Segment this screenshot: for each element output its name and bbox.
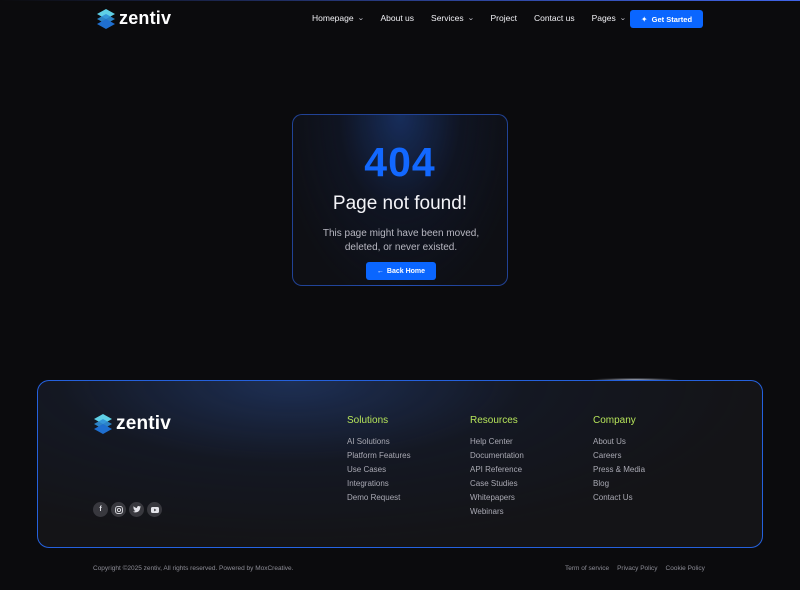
nav-item-label: Pages [591,13,616,23]
footer-link[interactable]: Whitepapers [470,491,524,505]
footer-link[interactable]: Help Center [470,435,524,449]
error-code: 404 [364,139,436,185]
nav-item-label: Homepage [312,13,354,23]
get-started-label: Get Started [651,14,693,24]
chevron-down-icon: ⌄ [619,15,627,22]
footer-link[interactable]: Use Cases [347,463,411,477]
error-card: 404 Page not found! This page might have… [292,114,508,286]
sparkle-icon: ✦ [640,14,648,24]
nav-item-label: About us [380,13,415,23]
column-title: Company [593,415,636,426]
footer-link[interactable]: About Us [593,435,645,449]
nav-item-label: Contact us [533,13,575,23]
instagram-icon[interactable] [111,502,126,517]
footer-brand-name: zentiv [116,413,172,434]
get-started-button[interactable]: ✦ Get Started [630,10,703,28]
footer-link[interactable]: Documentation [470,449,524,463]
nav-item-label: Services [431,13,464,23]
nav-item-pages[interactable]: Pages ⌄ [591,13,627,23]
copyright-text: Copyright ©2025 zentiv, All rights reser… [93,565,294,572]
back-home-button[interactable]: ← Back Home [366,262,436,280]
back-home-label: Back Home [386,267,426,275]
twitter-icon[interactable] [129,502,144,517]
error-title: Page not found! [332,193,468,214]
footer-link[interactable]: AI Solutions [347,435,411,449]
footer-link[interactable]: Press & Media [593,463,645,477]
navbar: zentiv Homepage ⌄ About us Services ⌄ Pr… [0,0,800,38]
terms-link[interactable]: Term of service [565,565,609,572]
footer-link[interactable]: Demo Request [347,491,411,505]
chevron-down-icon: ⌄ [467,15,475,22]
footer-link[interactable]: Platform Features [347,449,411,463]
youtube-icon[interactable] [147,502,162,517]
column-title: Solutions [347,415,389,426]
footer-column-resources: Resources Help Center Documentation API … [470,415,524,519]
footer-link[interactable]: API Reference [470,463,524,477]
privacy-link[interactable]: Privacy Policy [617,565,657,572]
footer: zentiv f Solutions AI Solutions Platform… [37,380,763,548]
social-links: f [93,502,162,517]
footer-link[interactable]: Webinars [470,505,524,519]
legal-links: Term of service Privacy Policy Cookie Po… [565,565,705,572]
nav-item-label: Project [490,13,517,23]
facebook-icon[interactable]: f [93,502,108,517]
footer-link[interactable]: Blog [593,477,645,491]
nav-item-project[interactable]: Project [491,13,517,23]
footer-link[interactable]: Contact Us [593,491,645,505]
footer-link[interactable]: Integrations [347,477,411,491]
brand-name: zentiv [119,8,172,28]
logo-icon [97,8,115,29]
nav-item-contact[interactable]: Contact us [534,13,575,23]
logo-icon [94,414,112,434]
column-title: Resources [470,415,518,426]
arrow-left-icon: ← [376,267,384,275]
footer-link[interactable]: Careers [593,449,645,463]
cookie-link[interactable]: Cookie Policy [666,565,705,572]
error-description: This page might have been moved, deleted… [322,228,480,253]
nav-item-services[interactable]: Services ⌄ [431,13,475,23]
footer-link[interactable]: Case Studies [470,477,524,491]
nav-item-about[interactable]: About us [380,13,414,23]
chevron-down-icon: ⌄ [357,15,365,22]
footer-column-company: Company About Us Careers Press & Media B… [593,415,645,505]
footer-column-solutions: Solutions AI Solutions Platform Features… [347,415,411,505]
main-menu: Homepage ⌄ About us Services ⌄ Project C… [312,13,643,23]
footer-logo[interactable]: zentiv [94,413,171,435]
brand-logo[interactable]: zentiv [97,8,171,29]
nav-item-homepage[interactable]: Homepage ⌄ [312,13,365,23]
